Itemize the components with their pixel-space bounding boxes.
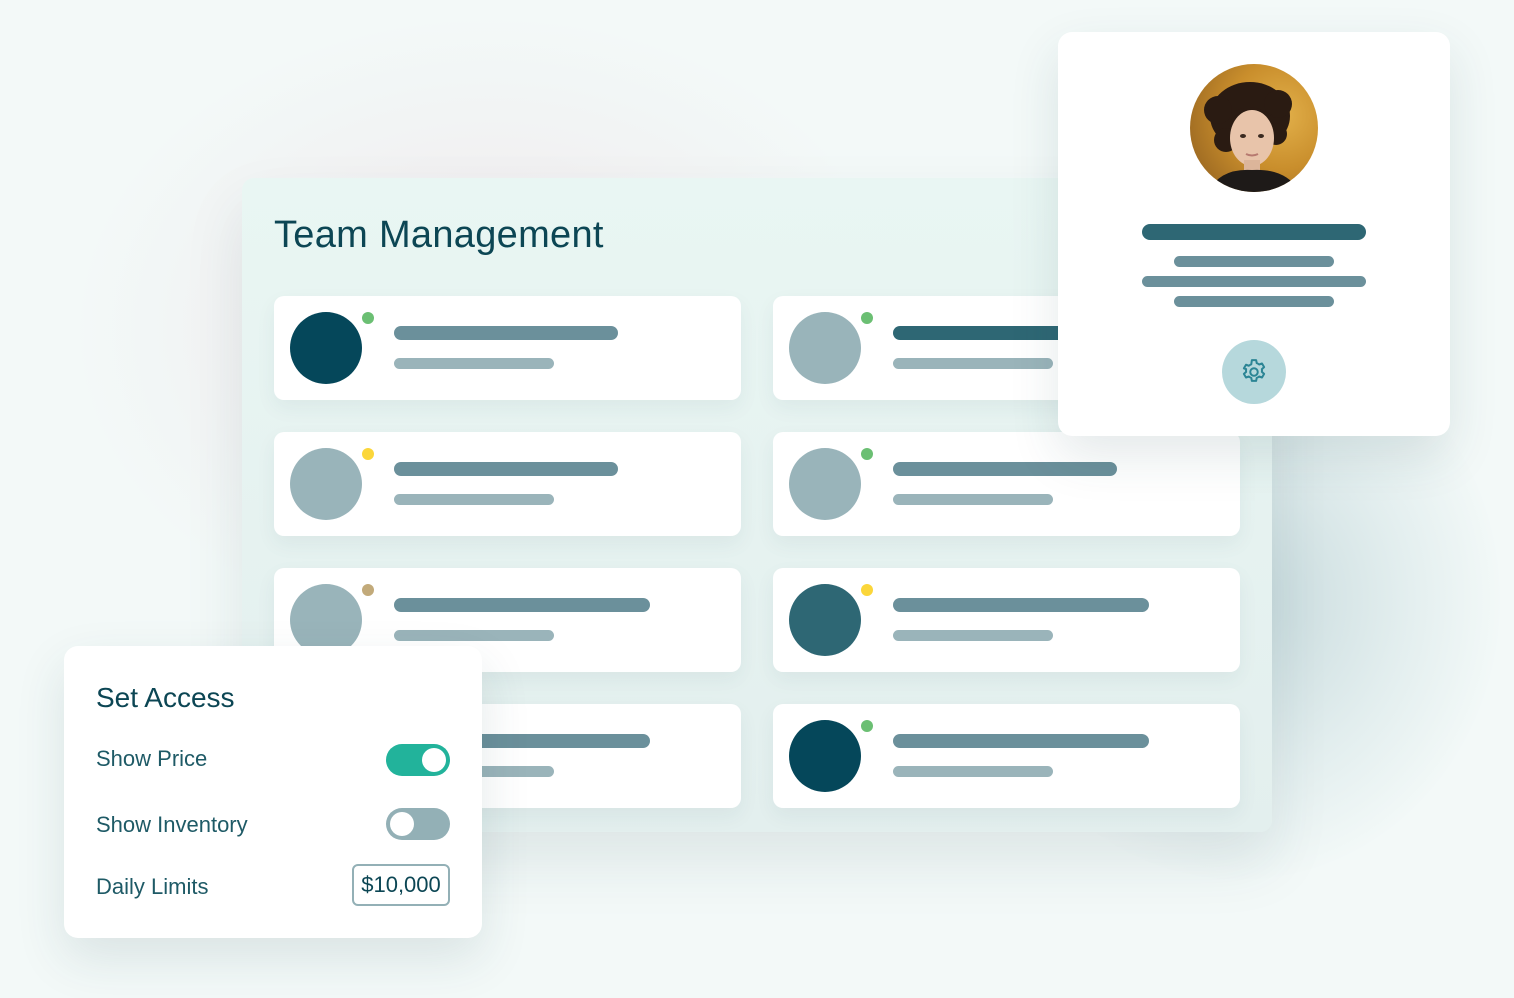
profile-detail-placeholder: [1142, 276, 1366, 287]
member-card[interactable]: [773, 432, 1240, 536]
avatar: [789, 312, 861, 384]
set-access-card: Set Access Show Price Show Inventory Dai…: [64, 646, 482, 938]
member-name-placeholder: [893, 734, 1149, 748]
profile-detail-placeholder: [1174, 296, 1334, 307]
member-role-placeholder: [394, 630, 554, 641]
daily-limits-label: Daily Limits: [96, 874, 209, 899]
show-inventory-toggle[interactable]: [386, 808, 450, 840]
status-indicator: [861, 584, 873, 596]
member-role-placeholder: [893, 630, 1053, 641]
show-inventory-label: Show Inventory: [96, 812, 248, 837]
avatar: [290, 448, 362, 520]
member-card[interactable]: [773, 704, 1240, 808]
profile-photo-image: [1204, 82, 1300, 192]
profile-card: [1058, 32, 1450, 436]
avatar: [789, 448, 861, 520]
gear-icon: [1242, 359, 1266, 382]
show-price-toggle[interactable]: [386, 744, 450, 776]
member-card[interactable]: [274, 296, 741, 400]
show-price-label: Show Price: [96, 746, 208, 771]
profile-name-placeholder: [1142, 224, 1366, 240]
status-indicator: [861, 720, 873, 732]
avatar: [789, 720, 861, 792]
avatar: [290, 312, 362, 384]
status-indicator: [362, 584, 374, 596]
member-card[interactable]: [773, 568, 1240, 672]
settings-button[interactable]: [1222, 340, 1286, 404]
member-role-placeholder: [893, 766, 1053, 777]
page-title: Team Management: [274, 214, 604, 256]
profile-detail-placeholder: [1174, 256, 1334, 267]
member-name-placeholder: [394, 326, 618, 340]
member-card[interactable]: [274, 432, 741, 536]
member-role-placeholder: [394, 494, 554, 505]
member-name-placeholder: [394, 462, 618, 476]
status-indicator: [861, 312, 873, 324]
member-name-placeholder: [893, 598, 1149, 612]
member-name-placeholder: [893, 462, 1117, 476]
member-role-placeholder: [893, 358, 1053, 369]
status-indicator: [362, 312, 374, 324]
avatar: [789, 584, 861, 656]
member-name-placeholder: [394, 598, 650, 612]
set-access-title: Set Access: [96, 682, 235, 713]
profile-avatar: [1190, 64, 1318, 192]
member-role-placeholder: [893, 494, 1053, 505]
daily-limits-input[interactable]: [352, 864, 450, 906]
status-indicator: [861, 448, 873, 460]
toggle-knob: [422, 748, 446, 772]
status-indicator: [362, 448, 374, 460]
member-role-placeholder: [394, 358, 554, 369]
toggle-knob: [390, 812, 414, 836]
